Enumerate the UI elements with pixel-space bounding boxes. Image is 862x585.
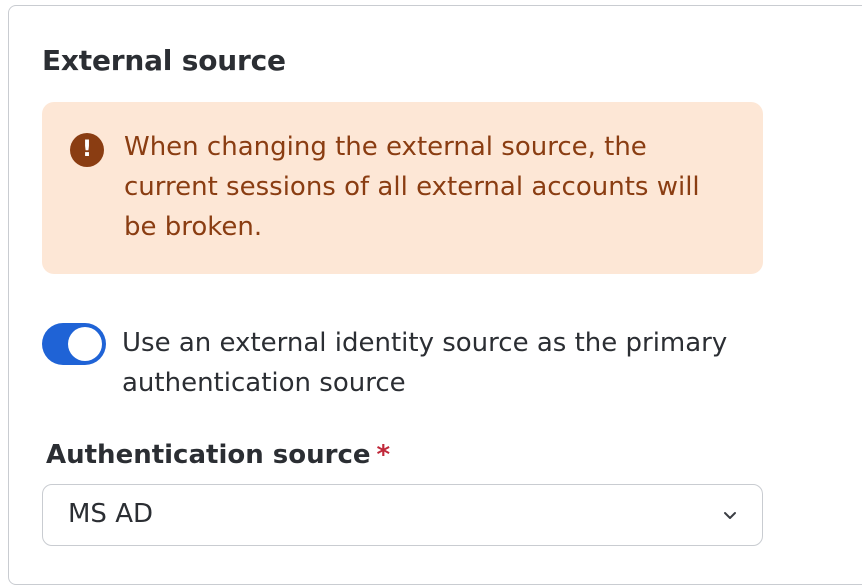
- primary-auth-toggle-label: Use an external identity source as the p…: [122, 328, 728, 398]
- chevron-down-icon: [724, 512, 736, 519]
- authentication-source-label: Authentication source *: [46, 440, 390, 470]
- authentication-source-select[interactable]: MS AD: [42, 484, 763, 546]
- warning-text: When changing the external source, the c…: [124, 132, 700, 242]
- authentication-source-label-text: Authentication source: [46, 440, 371, 470]
- exclamation-circle-icon: !: [70, 133, 104, 167]
- section-title: External source: [42, 44, 286, 77]
- warning-alert: ! When changing the external source, the…: [42, 102, 763, 274]
- primary-auth-toggle[interactable]: [42, 323, 106, 365]
- external-source-panel: External source ! When changing the exte…: [8, 5, 862, 585]
- required-mark: *: [376, 440, 391, 470]
- toggle-knob: [68, 327, 102, 361]
- authentication-source-value: MS AD: [68, 499, 154, 529]
